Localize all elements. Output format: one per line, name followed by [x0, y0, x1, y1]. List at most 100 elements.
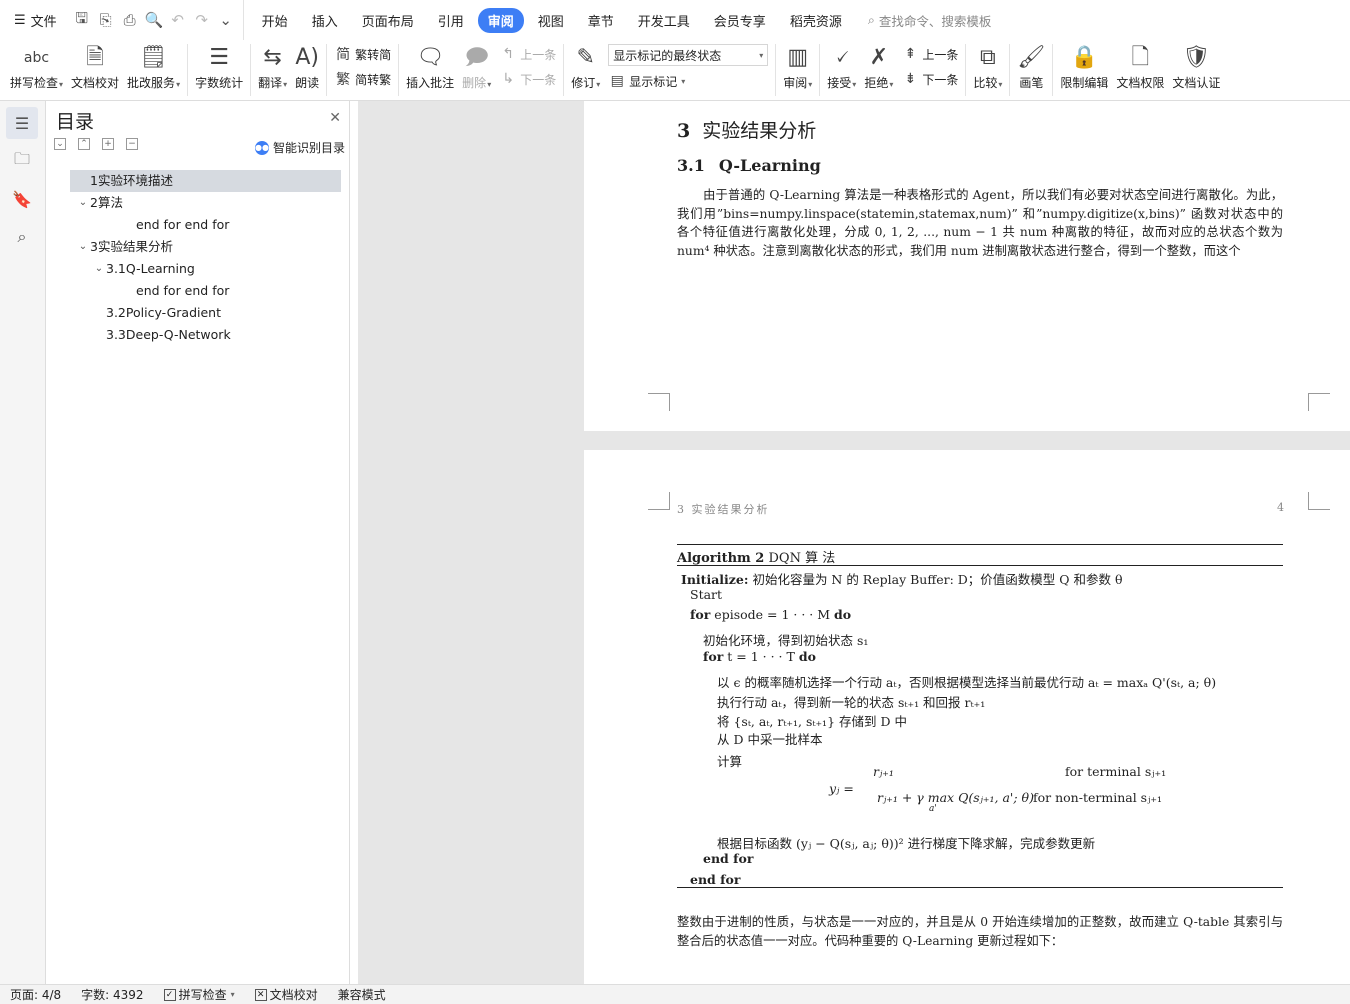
doc-certify-button[interactable]: 🛡 文档认证 [1168, 40, 1224, 100]
chapter-nav-icon[interactable]: 🗀 [6, 145, 38, 177]
close-icon[interactable]: ✕ [329, 110, 341, 126]
page-header: 3 实验结果分析 [677, 503, 770, 516]
review-pane-button[interactable]: ▥ 审阅▾ [779, 40, 816, 100]
trad-to-simp-button[interactable]: 简繁转简 [334, 44, 391, 64]
prev-comment-button[interactable]: ↰ 上一条 [499, 44, 556, 64]
markup-mode-select[interactable]: 显示标记的最终状态 ▾ [608, 44, 769, 66]
page-indicator[interactable]: 页面: 4/8 [0, 986, 71, 1003]
insert-comment-button[interactable]: 🗨 插入批注 [402, 40, 458, 100]
prev-change-button[interactable]: ⇞ 上一条 [901, 44, 958, 64]
divider [187, 44, 189, 96]
undo-icon[interactable]: ↶ [169, 11, 187, 29]
doc-proof-button[interactable]: 🗎 文档校对 [67, 40, 123, 100]
correction-service-button[interactable]: 🗒 批改服务▾ [123, 40, 184, 100]
algo-line: end for [703, 851, 754, 866]
compare-button[interactable]: ⧉ 比较▾ [969, 40, 1006, 100]
revise-button[interactable]: ✎ 修订▾ [567, 40, 604, 100]
print-icon[interactable]: ⎙ [121, 11, 139, 29]
divider [563, 44, 565, 96]
tab-9[interactable]: 稻壳资源 [780, 8, 852, 33]
chinese-conversion-group: 简繁转简 繁简转繁 [330, 40, 395, 89]
toc-list: 1实验环境描述 ⌄ 2算法 end for end for ⌄ 3实验结果分析 ⌄ 3.1Q-… [70, 170, 341, 346]
algorithm-title: Algorithm 2 DQN 算 法 [677, 545, 1283, 566]
pane-splitter[interactable] [350, 101, 358, 984]
add-heading-icon[interactable]: + [102, 138, 114, 150]
tab-6[interactable]: 章节 [578, 8, 624, 33]
read-aloud-button[interactable]: A) 朗读 [291, 40, 323, 100]
heading-2: 3.1 Q-Learning [677, 156, 821, 175]
tab-7[interactable]: 开发工具 [628, 8, 700, 33]
delete-comment-button[interactable]: 🗩 删除▾ [458, 40, 495, 100]
correction-service-icon: 🗒 [139, 45, 168, 70]
divider [1009, 44, 1011, 96]
document-page: 3 实验结果分析 3.1 Q-Learning 由于普通的 Q-Learning 算… [584, 101, 1350, 431]
remove-heading-icon[interactable]: − [126, 138, 138, 150]
collapse-all-icon[interactable]: ⌄ [54, 138, 66, 150]
chevron-down-icon[interactable]: ⌄ [92, 258, 106, 280]
word-count-button[interactable]: ☰ 字数统计 [191, 40, 247, 100]
toc-nav-icon[interactable]: ☰ [6, 107, 38, 139]
doc-proof-toggle[interactable]: ✕ 文档校对 [245, 986, 328, 1003]
toc-item-label: 3实验结果分析 [90, 239, 173, 254]
tab-2[interactable]: 页面布局 [352, 8, 424, 33]
divider [1052, 44, 1054, 96]
customize-toolbar-icon[interactable]: ⌄ [217, 11, 235, 29]
toc-item-label: 1实验环境描述 [90, 173, 173, 188]
algo-line: 将 {sₜ, aₜ, rₜ₊₁, sₜ₊₁} 存储到 D 中 [717, 714, 907, 729]
toc-item[interactable]: end for end for [70, 280, 341, 302]
simp-to-trad-button[interactable]: 繁简转繁 [334, 69, 391, 89]
tab-4[interactable]: 审阅 [477, 7, 524, 33]
save-icon[interactable]: 🖫 [73, 8, 91, 33]
show-markup-button[interactable]: ▤ 显示标记 ▾ [608, 71, 768, 91]
chevron-down-icon[interactable]: ⌄ [76, 192, 90, 214]
equation-condition: for terminal sⱼ₊₁ [1065, 764, 1167, 779]
accept-button[interactable]: 🗸 接受▾ [823, 40, 860, 100]
translate-icon: ⇆ [263, 45, 282, 70]
doc-proof-icon: 🗎 [86, 45, 104, 70]
toc-item[interactable]: ⌄ 2算法 [70, 192, 341, 214]
expand-all-icon[interactable]: ⌃ [78, 138, 90, 150]
crop-mark [1308, 492, 1330, 510]
search-icon[interactable]: ⌕ [6, 221, 38, 253]
next-change-button[interactable]: ⇟ 下一条 [901, 69, 958, 89]
reject-icon: ✗ [869, 45, 889, 70]
reject-button[interactable]: ✗ 拒绝▾ [860, 40, 897, 100]
bookmark-icon[interactable]: 🔖 [6, 183, 38, 215]
hamburger-menu-icon: ☰ [14, 12, 26, 28]
toc-item[interactable]: end for end for [70, 214, 341, 236]
spell-check-button[interactable]: abc 拼写检查▾ [6, 40, 67, 100]
brush-button[interactable]: 🖌 画笔 [1013, 40, 1049, 100]
chevron-down-icon[interactable]: ⌄ [76, 236, 90, 258]
smart-toc-button[interactable]: ●● 智能识别目录 [254, 139, 345, 156]
restrict-edit-button[interactable]: 🔒 限制编辑 [1056, 40, 1112, 100]
toc-item-label: 3.1Q-Learning [106, 261, 195, 276]
equation-case: rⱼ₊₁ [873, 764, 894, 779]
toc-item[interactable]: ⌄ 3.1Q-Learning [70, 258, 341, 280]
redo-icon[interactable]: ↷ [193, 11, 211, 29]
toc-item[interactable]: 1实验环境描述 [70, 170, 341, 192]
tab-1[interactable]: 插入 [302, 8, 348, 33]
simp-to-trad-icon: 繁 [336, 72, 351, 88]
tab-3[interactable]: 引用 [428, 8, 474, 33]
translate-button[interactable]: ⇆ 翻译▾ [254, 40, 291, 100]
command-search[interactable]: ⌕ 查找命令、搜索模板 [868, 11, 992, 30]
equation-lhs: yⱼ = [829, 781, 854, 796]
prev-comment-icon: ↰ [502, 46, 515, 62]
word-count-indicator[interactable]: 字数: 4392 [71, 986, 153, 1003]
file-menu-button[interactable]: ☰ 文件 [0, 0, 65, 40]
toc-item[interactable]: 3.3Deep-Q-Network [70, 324, 341, 346]
toc-item[interactable]: ⌄ 3实验结果分析 [70, 236, 341, 258]
toc-item[interactable]: 3.2Policy-Gradient [70, 302, 341, 324]
print-preview-icon[interactable]: 🔍 [145, 11, 164, 29]
tab-0[interactable]: 开始 [252, 8, 298, 33]
tab-5[interactable]: 视图 [528, 8, 574, 33]
next-comment-button[interactable]: ↳ 下一条 [499, 69, 556, 89]
next-change-icon: ⇟ [904, 71, 917, 87]
tab-8[interactable]: 会员专享 [704, 8, 776, 33]
algo-line: 从 D 中采一批样本 [717, 732, 823, 747]
heading-1: 3 实验结果分析 [677, 120, 817, 142]
toc-item-label: 3.2Policy-Gradient [106, 305, 221, 320]
doc-permission-button[interactable]: 🗋 文档权限 [1112, 40, 1168, 100]
export-pdf-icon[interactable]: ⎘ [97, 11, 115, 29]
spell-check-toggle[interactable]: ✓ 拼写检查 ▾ [154, 986, 245, 1003]
